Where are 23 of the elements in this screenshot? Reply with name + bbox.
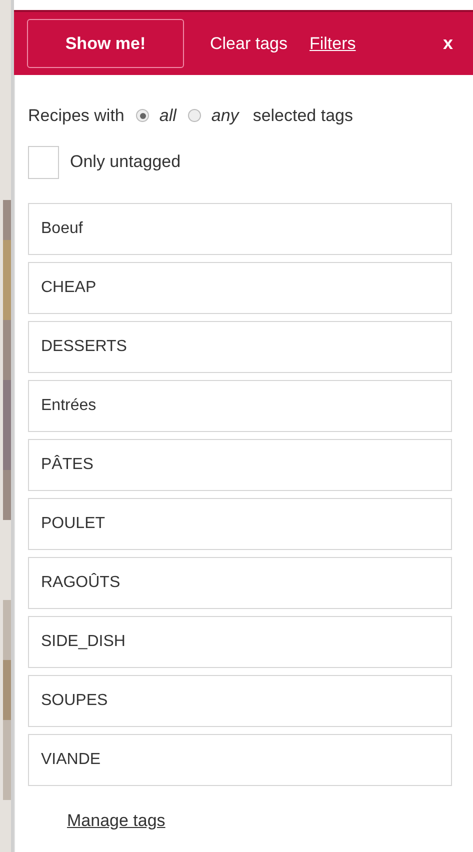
radio-label: all (159, 105, 176, 127)
close-button[interactable]: x (442, 30, 453, 57)
tag-item[interactable]: POULET (28, 498, 452, 550)
manage-tags-link[interactable]: Manage tags (67, 808, 166, 833)
show-me-button[interactable]: Show me! (27, 19, 184, 68)
tag-item[interactable]: VIANDE (28, 734, 452, 786)
clear-tags-link[interactable]: Clear tags (210, 30, 288, 56)
tag-item[interactable]: SOUPES (28, 674, 452, 726)
tag-item[interactable]: SIDE_DISH (28, 616, 452, 668)
recipes-with-label: Recipes with (28, 105, 124, 127)
tag-item[interactable]: Entrées (28, 380, 452, 432)
untagged-checkbox[interactable] (28, 146, 59, 178)
radio-button[interactable] (136, 109, 150, 122)
only-untagged-label: Only untagged (70, 151, 181, 174)
tag-item[interactable]: Boeuf (28, 202, 452, 254)
radio-label: any (211, 105, 239, 127)
radio-button[interactable] (188, 109, 202, 122)
tag-item[interactable]: PÂTES (28, 438, 452, 490)
tag-item[interactable]: CHEAP (28, 262, 452, 314)
tag-item[interactable]: DESSERTS (28, 320, 452, 372)
filters-link[interactable]: Filters (309, 30, 356, 56)
tag-item[interactable]: RAGOÛTS (28, 556, 452, 608)
selected-tags-label: selected tags (252, 105, 353, 127)
